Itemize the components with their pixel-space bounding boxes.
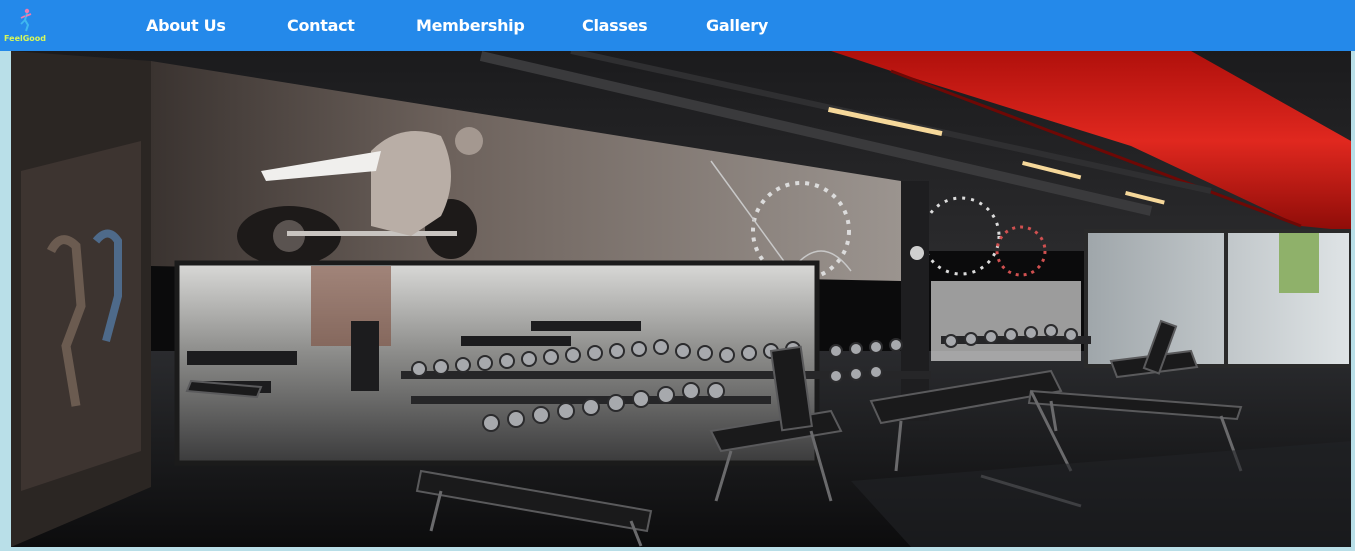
gym-interior-photo (11, 51, 1351, 547)
hero-gym-image (11, 51, 1351, 547)
page-margin (0, 51, 11, 551)
brand-logo[interactable]: FeelGood (3, 8, 51, 46)
top-navbar: FeelGood About Us Contact Membership Cla… (0, 0, 1355, 51)
nav-gallery[interactable]: Gallery (706, 16, 768, 35)
nav-contact[interactable]: Contact (287, 16, 355, 35)
brand-name: FeelGood (4, 34, 47, 43)
nav-about-us[interactable]: About Us (146, 16, 226, 35)
runner-figure-icon (20, 8, 32, 32)
nav-classes[interactable]: Classes (582, 16, 648, 35)
nav-membership[interactable]: Membership (416, 16, 525, 35)
